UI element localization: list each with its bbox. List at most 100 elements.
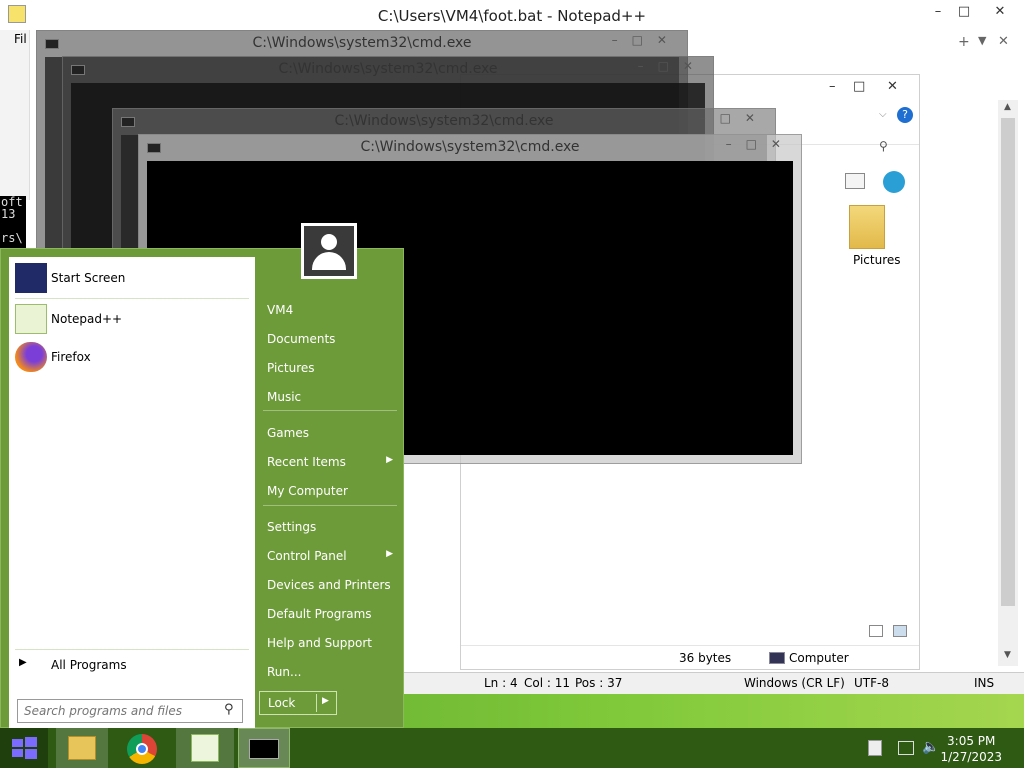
my-computer-item[interactable]: My Computer: [259, 478, 397, 504]
cmd-titlebar[interactable]: C:\Windows\system32\cmd.exe –□✕: [37, 31, 687, 57]
computer-icon: [769, 652, 785, 664]
cmd-icon: [71, 65, 85, 75]
submenu-arrow-icon: ▶: [386, 549, 393, 559]
action-center-icon[interactable]: [868, 740, 882, 756]
start-search-box[interactable]: ⚲: [17, 699, 243, 723]
start-screen-label: Start Screen: [51, 271, 126, 285]
scroll-down-icon[interactable]: ▼: [1004, 650, 1011, 660]
close-button[interactable]: ✕: [986, 4, 1014, 24]
taskbar-chrome[interactable]: [116, 728, 168, 768]
cmd-title: C:\Windows\system32\cmd.exe: [252, 35, 472, 51]
firefox-label: Firefox: [51, 350, 91, 364]
notepadpp-icon: [191, 734, 219, 762]
recent-items-item[interactable]: Recent Items ▶: [259, 449, 397, 475]
start-screen-item[interactable]: Start Screen: [15, 261, 249, 295]
right-item-label: Run...: [267, 665, 302, 679]
cmd-title: C:\Windows\system32\cmd.exe: [360, 139, 580, 155]
help-icon[interactable]: ?: [897, 107, 913, 123]
start-search-input[interactable]: [24, 703, 218, 719]
windows-logo-icon: [25, 749, 37, 759]
console-line: rs\: [1, 231, 23, 245]
tab-list-icon[interactable]: ▼: [978, 34, 986, 47]
vertical-scrollbar[interactable]: ▲ ▼: [998, 100, 1018, 666]
right-item-label: Control Panel: [267, 549, 347, 563]
pictures-folder-label[interactable]: Pictures: [853, 253, 901, 267]
user-avatar[interactable]: [301, 223, 357, 279]
separator: [263, 505, 397, 506]
all-programs-label: All Programs: [51, 658, 127, 672]
details-view-icon[interactable]: [869, 625, 883, 637]
games-item[interactable]: Games: [259, 420, 397, 446]
encoding-status[interactable]: UTF-8: [854, 676, 889, 690]
explorer-statusbar: 36 bytes Computer: [461, 645, 919, 669]
cmd-titlebar[interactable]: C:\Windows\system32\cmd.exe –□✕: [63, 57, 713, 83]
system-clock[interactable]: 3:05 PM 1/27/2023: [940, 733, 1002, 765]
maximize-button[interactable]: □: [950, 4, 978, 24]
lock-button[interactable]: Lock ▶: [259, 691, 337, 715]
cmd-window-controls[interactable]: –□✕: [612, 33, 681, 47]
console-line: 13: [1, 207, 16, 221]
lock-label: Lock: [268, 696, 296, 710]
taskbar-file-explorer[interactable]: [56, 728, 108, 768]
devices-and-printers-item[interactable]: Devices and Printers: [259, 572, 397, 598]
separator: [15, 649, 249, 650]
cmd-window-controls[interactable]: –□✕: [726, 137, 795, 151]
start-menu: Start Screen Notepad++ Firefox ▶ All Pro…: [0, 223, 404, 731]
run-item[interactable]: Run...: [259, 659, 397, 685]
right-item-label: Pictures: [267, 361, 315, 375]
volume-icon[interactable]: 🔈: [922, 739, 939, 755]
search-icon[interactable]: ⚲: [224, 702, 234, 717]
cmd-icon: [121, 117, 135, 127]
new-tab-icon[interactable]: +: [958, 34, 970, 50]
scroll-up-icon[interactable]: ▲: [1004, 102, 1011, 112]
network-icon[interactable]: [883, 171, 905, 193]
notepadpp-item[interactable]: Notepad++: [15, 302, 249, 336]
search-icon[interactable]: ⚲: [879, 139, 888, 153]
explorer-minimize-button[interactable]: –: [829, 79, 836, 94]
cmd-title: C:\Windows\system32\cmd.exe: [334, 113, 554, 129]
explorer-maximize-button[interactable]: □: [853, 79, 865, 94]
explorer-close-button[interactable]: ✕: [887, 79, 898, 94]
right-item-label: Music: [267, 390, 302, 404]
firefox-icon: [15, 342, 47, 372]
power-options-arrow-icon[interactable]: ▶: [322, 696, 329, 706]
cmd-titlebar[interactable]: C:\Windows\system32\cmd.exe –□✕: [139, 135, 801, 161]
cmd-window-controls[interactable]: –□✕: [638, 59, 707, 73]
pictures-folder-icon[interactable]: [849, 205, 885, 249]
scroll-thumb[interactable]: [1001, 118, 1015, 606]
right-item-label: Settings: [267, 520, 317, 534]
default-programs-item[interactable]: Default Programs: [259, 601, 397, 627]
taskbar-notepadpp[interactable]: [176, 728, 234, 768]
expand-arrow-icon: ▶: [19, 657, 27, 668]
cmd-titlebar[interactable]: C:\Windows\system32\cmd.exe –□✕: [113, 109, 775, 135]
network-status-icon[interactable]: [898, 741, 914, 755]
notepadpp-label: Notepad++: [51, 312, 123, 326]
taskbar-cmd[interactable]: [238, 728, 290, 768]
right-item-label: Default Programs: [267, 607, 372, 621]
cmd-icon: [249, 739, 279, 759]
right-item-label: Recent Items: [267, 455, 346, 469]
close-tab-icon[interactable]: ✕: [998, 34, 1009, 49]
notepadpp-titlebar[interactable]: C:\Users\VM4\foot.bat - Notepad++ – □ ✕: [0, 0, 1024, 30]
cmd-window-controls[interactable]: –□✕: [700, 111, 769, 125]
large-icons-view-icon[interactable]: [893, 625, 907, 637]
start-button[interactable]: [0, 728, 48, 768]
file-menu[interactable]: Fil: [14, 32, 27, 46]
minimize-button[interactable]: –: [924, 4, 952, 24]
control-panel-item[interactable]: Control Panel ▶: [259, 543, 397, 569]
separator: [263, 410, 397, 411]
music-item[interactable]: Music: [259, 384, 397, 410]
firefox-item[interactable]: Firefox: [15, 340, 249, 374]
documents-item[interactable]: Documents: [259, 326, 397, 352]
all-programs-item[interactable]: ▶ All Programs: [15, 655, 249, 677]
preview-pane-icon[interactable]: [845, 173, 865, 189]
settings-item[interactable]: Settings: [259, 514, 397, 540]
windows-logo-icon: [12, 749, 23, 757]
right-item-label: Help and Support: [267, 636, 372, 650]
expand-ribbon-icon[interactable]: ⌵: [879, 109, 887, 120]
pictures-item[interactable]: Pictures: [259, 355, 397, 381]
notepadpp-icon: [15, 304, 47, 334]
user-folder-item[interactable]: VM4: [259, 297, 397, 323]
eol-status[interactable]: Windows (CR LF): [744, 676, 845, 690]
help-and-support-item[interactable]: Help and Support: [259, 630, 397, 656]
